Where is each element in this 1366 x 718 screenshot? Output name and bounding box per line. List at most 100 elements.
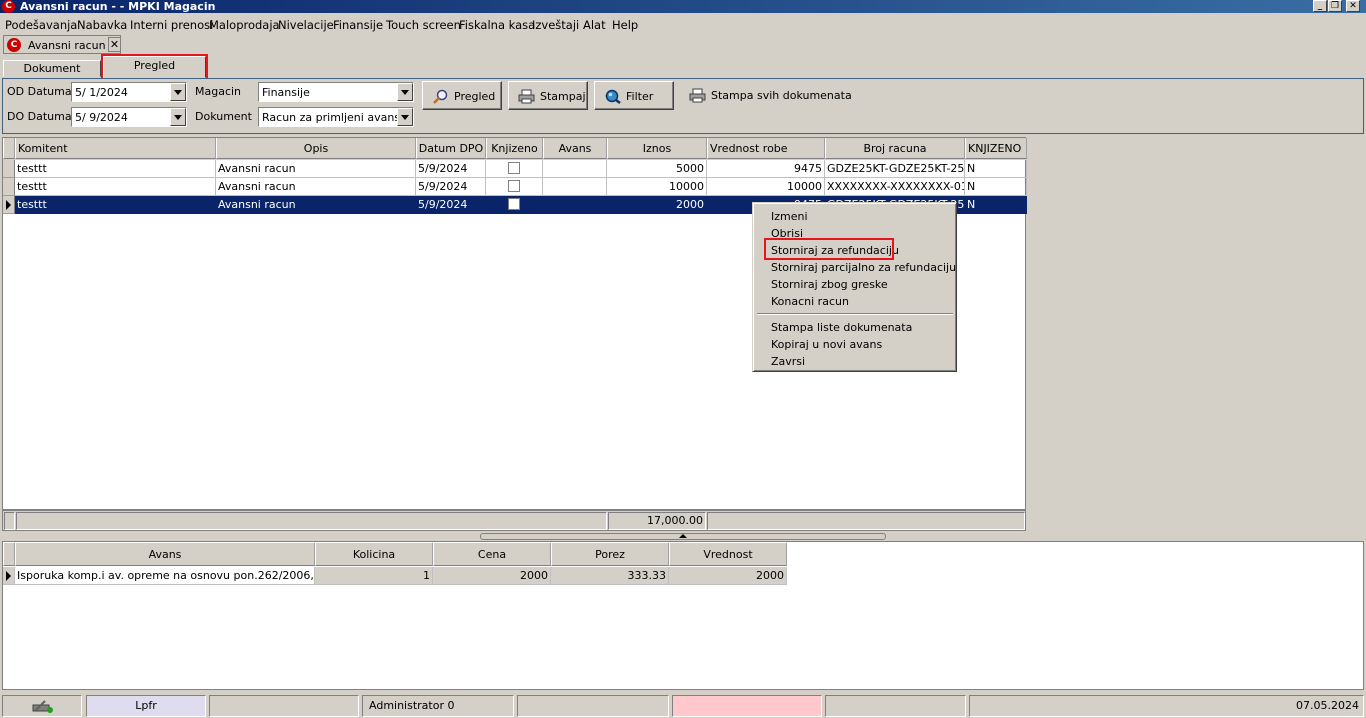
minimize-button[interactable]: _ bbox=[1313, 0, 1327, 12]
cell-komitent[interactable]: testtt bbox=[15, 160, 216, 178]
col-porez[interactable]: Porez bbox=[551, 543, 669, 566]
col-vrednost[interactable]: Vrednost bbox=[669, 543, 787, 566]
knjizeno-checkbox[interactable] bbox=[508, 198, 520, 210]
knjizeno-checkbox[interactable] bbox=[508, 162, 520, 174]
cell-opis[interactable]: Avansni racun bbox=[216, 160, 416, 178]
menu-bar: Podešavanja Nabavka Interni prenosi Malo… bbox=[0, 15, 1366, 35]
od-datuma-picker[interactable]: 5/ 1/2024 bbox=[71, 82, 187, 102]
menu-item-storniraj-greska[interactable]: Storniraj zbog greske bbox=[771, 278, 888, 291]
menu-item-zavrsi[interactable]: Zavrsi bbox=[771, 355, 805, 368]
row-header[interactable] bbox=[3, 160, 15, 178]
menu-separator bbox=[757, 313, 953, 315]
cell-avans-opis[interactable]: Isporuka komp.i av. opreme na osnovu pon… bbox=[15, 567, 315, 585]
cell-datum[interactable]: 5/9/2024 bbox=[416, 160, 486, 178]
cell-vrednost[interactable]: 9475 bbox=[707, 160, 825, 178]
cell-opis[interactable]: Avansni racun bbox=[216, 196, 416, 214]
menu-interni-prenosi[interactable]: Interni prenosi bbox=[130, 18, 213, 32]
cell-knjizeno-status[interactable]: N bbox=[965, 160, 1027, 178]
stampaj-button[interactable]: Stampaj bbox=[508, 81, 588, 110]
cell-komitent[interactable]: testtt bbox=[15, 196, 216, 214]
status-lpfr[interactable]: Lpfr bbox=[86, 695, 206, 717]
row-header[interactable] bbox=[3, 567, 15, 585]
dokument-select[interactable]: Racun za primljeni avans bbox=[258, 107, 414, 127]
col-avans[interactable]: Avans bbox=[543, 138, 607, 159]
chevron-down-icon[interactable] bbox=[397, 108, 413, 126]
col-knjizeno[interactable]: Knjizeno bbox=[486, 138, 543, 159]
menu-maloprodaja[interactable]: Maloprodaja bbox=[209, 18, 280, 32]
cell-avans[interactable] bbox=[543, 196, 607, 214]
menu-help[interactable]: Help bbox=[612, 18, 638, 32]
col-iznos[interactable]: Iznos bbox=[607, 138, 707, 159]
cell-knjizeno[interactable] bbox=[486, 196, 543, 214]
cell-knjizeno[interactable] bbox=[486, 178, 543, 196]
table-row[interactable]: testtt Avansni racun 5/9/2024 10000 1000… bbox=[3, 178, 1027, 196]
cell-iznos[interactable]: 2000 bbox=[607, 196, 707, 214]
col-komitent[interactable]: Komitent bbox=[15, 138, 216, 159]
totals-spacer bbox=[707, 512, 1025, 530]
menu-podesavanja[interactable]: Podešavanja bbox=[5, 18, 77, 32]
close-button[interactable]: ✕ bbox=[1346, 0, 1360, 12]
col-opis[interactable]: Opis bbox=[216, 138, 416, 159]
menu-alat[interactable]: Alat bbox=[583, 18, 606, 32]
col-cena[interactable]: Cena bbox=[433, 543, 551, 566]
cell-knjizeno-status[interactable]: N bbox=[965, 178, 1027, 196]
cell-komitent[interactable]: testtt bbox=[15, 178, 216, 196]
totals-bar: 17,000.00 bbox=[2, 510, 1026, 531]
knjizeno-checkbox[interactable] bbox=[508, 180, 520, 192]
col-datum-dpo[interactable]: Datum DPO bbox=[416, 138, 486, 159]
magacin-select[interactable]: Finansije bbox=[258, 82, 414, 102]
menu-touch-screen[interactable]: Touch screen bbox=[386, 18, 461, 32]
chevron-up-icon[interactable] bbox=[679, 534, 687, 538]
do-datuma-picker[interactable]: 5/ 9/2024 bbox=[71, 107, 187, 127]
row-header[interactable] bbox=[3, 196, 15, 214]
tab-dokument[interactable]: Dokument bbox=[3, 60, 101, 77]
chevron-down-icon[interactable] bbox=[397, 83, 413, 101]
window-title: Avansni racun - - MPKI Magacin bbox=[20, 0, 216, 13]
filter-button[interactable]: Filter bbox=[594, 81, 674, 110]
cell-broj-racuna[interactable]: GDZE25KT-GDZE25KT-25416 bbox=[825, 160, 965, 178]
cell-iznos[interactable]: 10000 bbox=[607, 178, 707, 196]
stampa-svih-button[interactable]: Stampa svih dokumenata bbox=[689, 87, 852, 105]
col-avans[interactable]: Avans bbox=[15, 543, 315, 566]
cell-datum[interactable]: 5/9/2024 bbox=[416, 196, 486, 214]
cell-knjizeno[interactable] bbox=[486, 160, 543, 178]
cell-cena[interactable]: 2000 bbox=[433, 567, 551, 585]
document-tab[interactable]: C Avansni racun ✕ bbox=[3, 35, 121, 54]
cell-iznos[interactable]: 5000 bbox=[607, 160, 707, 178]
cell-opis[interactable]: Avansni racun bbox=[216, 178, 416, 196]
close-tab-icon[interactable]: ✕ bbox=[108, 37, 121, 52]
menu-finansije[interactable]: Finansije bbox=[333, 18, 383, 32]
cell-broj-racuna[interactable]: XXXXXXXX-XXXXXXXX-01 bbox=[825, 178, 965, 196]
col-vrednost-robe[interactable]: Vrednost robe bbox=[707, 138, 825, 159]
restore-button[interactable]: ❐ bbox=[1328, 0, 1342, 12]
col-kolicina[interactable]: Kolicina bbox=[315, 543, 433, 566]
pregled-button[interactable]: Pregled bbox=[422, 81, 502, 110]
chevron-down-icon[interactable] bbox=[170, 83, 186, 101]
printer-icon bbox=[518, 89, 535, 104]
cell-knjizeno-status[interactable]: N bbox=[965, 196, 1027, 214]
cell-datum[interactable]: 5/9/2024 bbox=[416, 178, 486, 196]
menu-fiskalna-kasa[interactable]: Fiskalna kasa bbox=[459, 18, 535, 32]
chevron-down-icon[interactable] bbox=[170, 108, 186, 126]
cell-kolicina[interactable]: 1 bbox=[315, 567, 433, 585]
cell-vrednost[interactable]: 2000 bbox=[669, 567, 787, 585]
do-datuma-label: DO Datuma bbox=[7, 110, 72, 123]
menu-item-storniraj-parcijalno[interactable]: Storniraj parcijalno za refundaciju bbox=[771, 261, 956, 274]
menu-item-stampa-liste[interactable]: Stampa liste dokumenata bbox=[771, 321, 912, 334]
menu-izvestaji[interactable]: Izveštaji bbox=[532, 18, 579, 32]
col-knjizeno-status[interactable]: KNJIZENO bbox=[965, 138, 1027, 159]
avans-items-grid: Avans Kolicina Cena Porez Vrednost Ispor… bbox=[2, 541, 1364, 690]
splitter-handle[interactable] bbox=[480, 533, 886, 540]
menu-item-izmeni[interactable]: Izmeni bbox=[771, 210, 808, 223]
menu-item-kopiraj-avans[interactable]: Kopiraj u novi avans bbox=[771, 338, 882, 351]
table-row[interactable]: testtt Avansni racun 5/9/2024 5000 9475 … bbox=[3, 160, 1027, 178]
cell-porez[interactable]: 333.33 bbox=[551, 567, 669, 585]
menu-nabavka[interactable]: Nabavka bbox=[77, 18, 127, 32]
cell-avans[interactable] bbox=[543, 160, 607, 178]
cell-vrednost[interactable]: 10000 bbox=[707, 178, 825, 196]
row-header[interactable] bbox=[3, 178, 15, 196]
cell-avans[interactable] bbox=[543, 178, 607, 196]
menu-item-konacni-racun[interactable]: Konacni racun bbox=[771, 295, 849, 308]
col-broj-racuna[interactable]: Broj racuna bbox=[825, 138, 965, 159]
menu-nivelacije[interactable]: Nivelacije bbox=[278, 18, 334, 32]
